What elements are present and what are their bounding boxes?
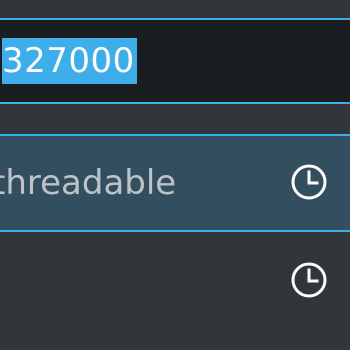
search-field[interactable]: 327000 xyxy=(0,18,350,104)
result-item-label-wrap: threadable xyxy=(0,136,176,230)
search-input[interactable]: 327000 xyxy=(0,20,350,102)
clock-icon xyxy=(291,262,327,298)
search-selected-text[interactable]: 327000 xyxy=(2,38,137,84)
result-list-continuation xyxy=(0,327,350,350)
krunner-window: 327000 threadable xyxy=(0,0,350,350)
result-list: threadable xyxy=(0,134,350,350)
result-item-label: threadable xyxy=(0,163,177,203)
result-item[interactable] xyxy=(0,232,350,330)
result-item-threadable[interactable]: threadable xyxy=(0,134,350,232)
clock-icon xyxy=(291,164,327,200)
